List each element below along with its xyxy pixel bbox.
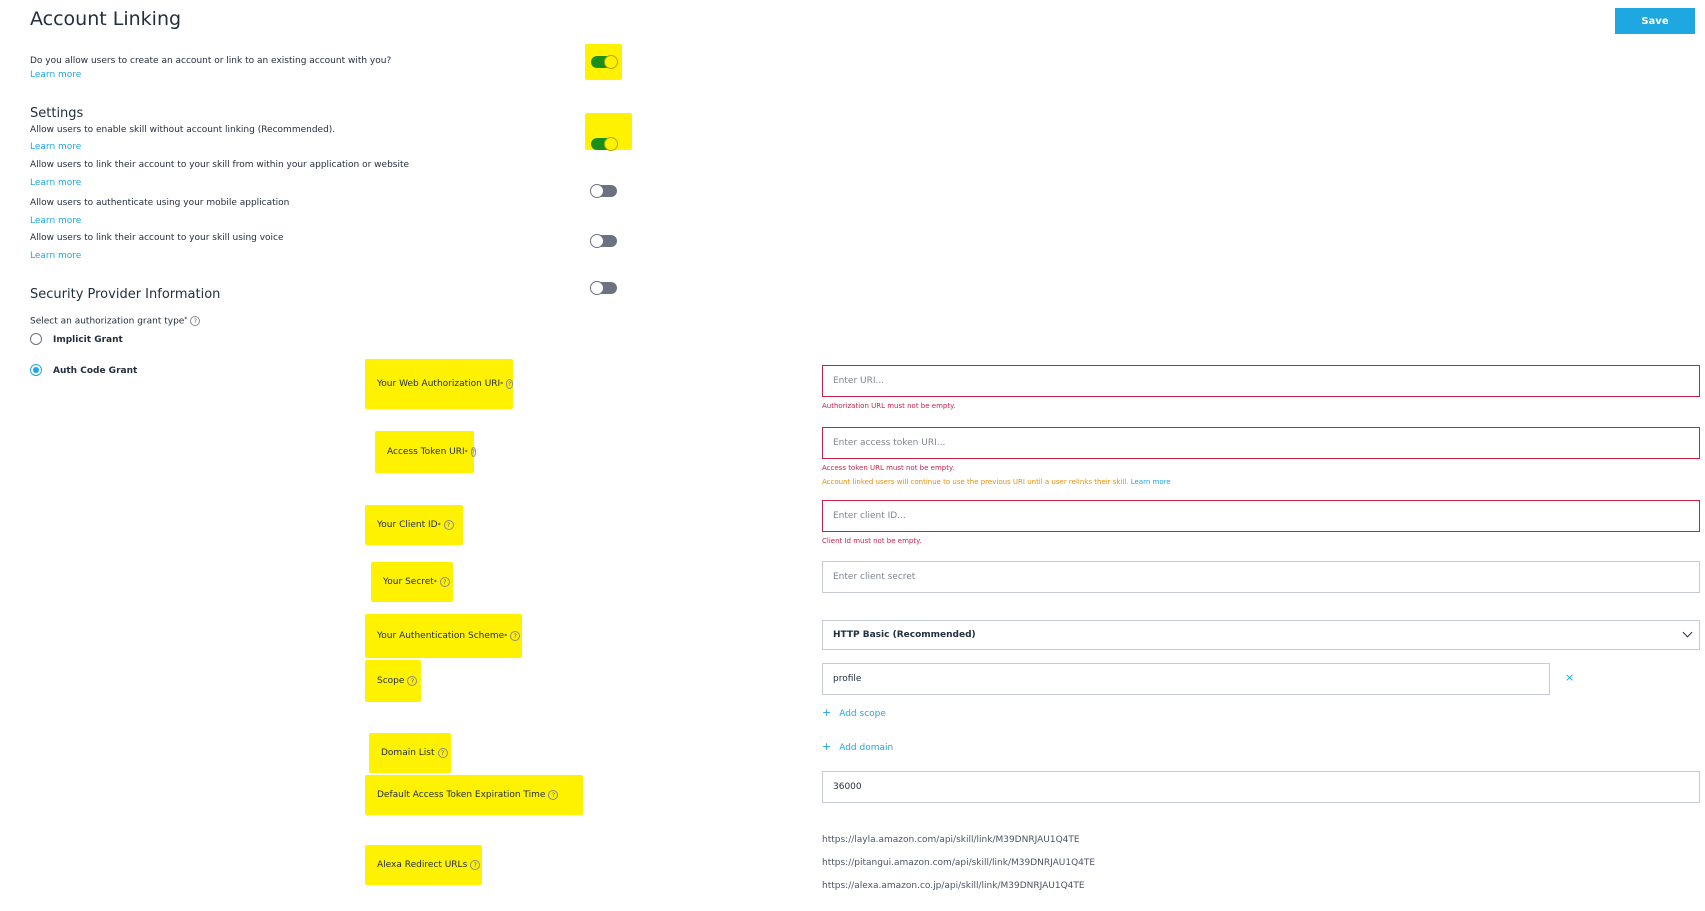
required-mark: * <box>464 448 468 456</box>
client-secret-placeholder: Enter client secret <box>833 572 916 582</box>
client-id-error: Client Id must not be empty. <box>822 537 922 545</box>
auth-scheme-select[interactable]: HTTP Basic (Recommended) <box>822 620 1700 650</box>
expiration-label-text: Default Access Token Expiration Time <box>377 790 546 800</box>
secret-label: Your Secret *? <box>371 562 453 602</box>
account-linking-toggle[interactable] <box>591 55 618 69</box>
setting-label: Allow users to link their account to you… <box>30 233 284 243</box>
scope-label: Scope? <box>365 660 421 702</box>
redirects-label-text: Alexa Redirect URLs <box>377 860 468 870</box>
learn-more-link[interactable]: Learn more <box>30 251 81 261</box>
expiration-input[interactable]: 36000 <box>822 771 1700 803</box>
client-id-label-text: Your Client ID <box>377 520 438 530</box>
client-id-input[interactable]: Enter client ID... <box>822 500 1700 532</box>
help-icon[interactable]: ? <box>470 447 476 457</box>
add-domain-button[interactable]: + Add domain <box>822 740 893 753</box>
required-mark: * <box>504 632 508 640</box>
auth-scheme-value: HTTP Basic (Recommended) <box>833 630 976 640</box>
help-icon[interactable]: ? <box>437 748 448 758</box>
setting-toggle[interactable] <box>590 281 617 295</box>
help-icon[interactable]: ? <box>443 520 454 530</box>
token-uri-label: Access Token URI *? <box>375 431 476 473</box>
token-uri-error: Access token URL must not be empty. <box>822 464 955 472</box>
setting-label: Allow users to authenticate using your m… <box>30 198 290 208</box>
plus-icon: + <box>822 740 832 753</box>
auth-scheme-label: Your Authentication Scheme *? <box>365 614 522 658</box>
required-mark: * <box>437 521 441 529</box>
page-title: Account Linking <box>30 8 182 30</box>
scope-label-text: Scope <box>377 676 405 686</box>
learn-more-link[interactable]: Learn more <box>30 216 81 226</box>
redirects-label: Alexa Redirect URLs? <box>365 845 482 885</box>
token-uri-warning-text: Account linked users will continue to us… <box>822 478 1129 486</box>
toggle-knob <box>604 55 618 69</box>
help-icon[interactable]: ? <box>407 676 418 686</box>
auth-uri-input[interactable]: Enter URI... <box>822 365 1700 397</box>
plus-icon: + <box>822 706 832 719</box>
help-icon[interactable]: ? <box>506 379 513 389</box>
setting-toggle[interactable] <box>590 234 617 248</box>
scope-input[interactable]: profile <box>822 663 1550 695</box>
token-uri-warning: Account linked users will continue to us… <box>822 478 1171 486</box>
required-mark: * <box>500 380 504 388</box>
add-scope-label: Add scope <box>839 709 886 719</box>
security-heading: Security Provider Information <box>30 287 221 302</box>
scope-value: profile <box>833 674 862 684</box>
grant-type-prompt: Select an authorization grant type*? <box>30 316 201 327</box>
add-scope-button[interactable]: + Add scope <box>822 706 886 719</box>
client-secret-input[interactable]: Enter client secret <box>822 561 1700 593</box>
auth-uri-error: Authorization URL must not be empty. <box>822 402 956 410</box>
expiration-value: 36000 <box>833 782 862 792</box>
learn-more-link[interactable]: Learn more <box>30 142 81 152</box>
domain-list-label-text: Domain List <box>381 748 435 758</box>
implicit-grant-label: Implicit Grant <box>53 335 123 345</box>
setting-label: Allow users to link their account to you… <box>30 160 410 170</box>
auth-scheme-label-text: Your Authentication Scheme <box>377 631 505 641</box>
redirect-url: https://layla.amazon.com/api/skill/link/… <box>822 835 1080 845</box>
learn-more-link[interactable]: Learn more <box>1131 478 1171 486</box>
token-uri-input[interactable]: Enter access token URI... <box>822 427 1700 459</box>
setting-toggle[interactable] <box>590 184 617 198</box>
redirect-url: https://alexa.amazon.co.jp/api/skill/lin… <box>822 881 1085 891</box>
settings-heading: Settings <box>30 106 84 121</box>
auth-uri-label: Your Web Authorization URI *? <box>365 359 513 409</box>
auth-uri-placeholder: Enter URI... <box>833 376 885 386</box>
help-icon[interactable]: ? <box>510 631 521 641</box>
account-linking-question: Do you allow users to create an account … <box>30 56 392 66</box>
client-id-label: Your Client ID *? <box>365 505 463 545</box>
help-icon[interactable]: ? <box>470 860 481 870</box>
add-domain-label: Add domain <box>839 743 894 753</box>
setting-toggle[interactable] <box>591 137 618 151</box>
save-button[interactable]: Save <box>1615 8 1695 34</box>
remove-scope-icon[interactable]: × <box>1565 671 1574 684</box>
learn-more-link[interactable]: Learn more <box>30 178 81 188</box>
learn-more-link[interactable]: Learn more <box>30 70 81 80</box>
client-id-placeholder: Enter client ID... <box>833 511 906 521</box>
help-icon[interactable]: ? <box>439 577 450 587</box>
token-uri-label-text: Access Token URI <box>387 447 465 457</box>
domain-list-label: Domain List? <box>369 733 451 773</box>
secret-label-text: Your Secret <box>383 577 434 587</box>
toggle-knob <box>590 184 604 198</box>
auth-code-grant-radio[interactable] <box>30 364 42 376</box>
chevron-down-icon <box>1682 627 1693 638</box>
auth-uri-label-text: Your Web Authorization URI <box>377 379 501 389</box>
toggle-knob <box>604 137 618 151</box>
implicit-grant-radio[interactable] <box>30 333 42 345</box>
redirect-url: https://pitangui.amazon.com/api/skill/li… <box>822 858 1096 868</box>
token-uri-placeholder: Enter access token URI... <box>833 438 946 448</box>
help-icon[interactable]: ? <box>548 790 559 800</box>
toggle-knob <box>590 281 604 295</box>
help-icon[interactable]: ? <box>190 316 201 326</box>
required-mark: * <box>433 578 437 586</box>
auth-code-grant-label: Auth Code Grant <box>53 366 138 376</box>
setting-label: Allow users to enable skill without acco… <box>30 125 336 135</box>
toggle-knob <box>590 234 604 248</box>
required-mark: * <box>184 316 188 323</box>
grant-type-prompt-text: Select an authorization grant type <box>30 316 185 327</box>
expiration-label: Default Access Token Expiration Time? <box>365 775 583 815</box>
